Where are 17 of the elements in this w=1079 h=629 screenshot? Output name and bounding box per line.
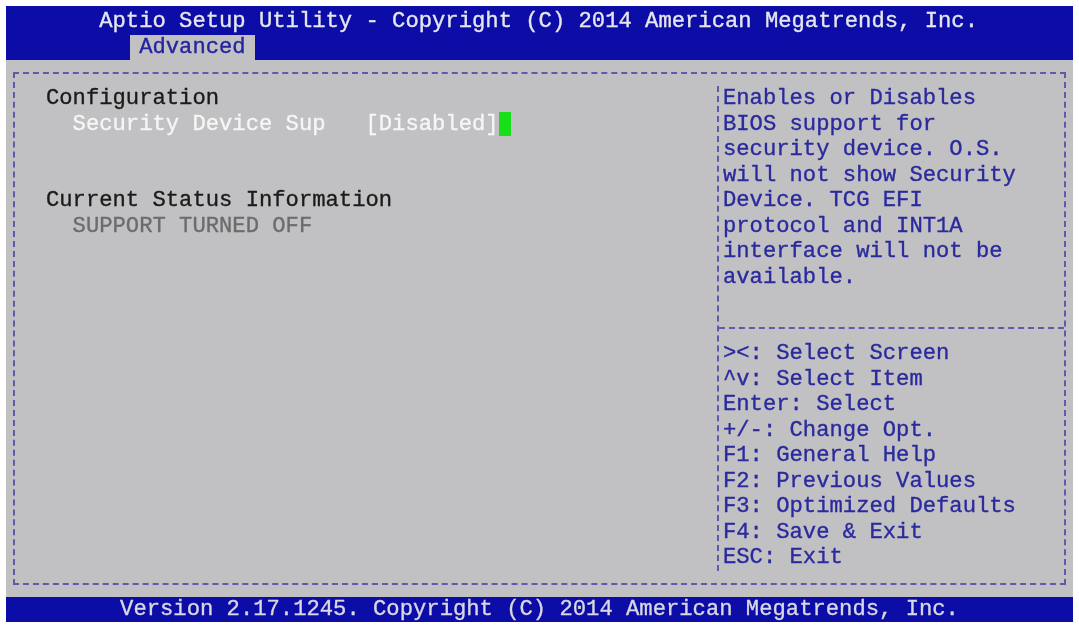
status-text: SUPPORT TURNED OFF xyxy=(72,213,313,239)
key-hint: Enter: Select xyxy=(723,392,897,418)
setup-title: Aptio Setup Utility - Copyright (C) 2014 American Megatrends, Inc. xyxy=(99,9,978,34)
key-hint: ^v: Select Item xyxy=(723,366,923,392)
section-heading: Configuration xyxy=(45,86,220,112)
key-hint: F1: General Help xyxy=(723,443,937,469)
cursor-block-icon xyxy=(498,112,511,137)
menu-tab[interactable]: Advanced xyxy=(129,34,255,60)
key-hint: +/-: Change Opt. xyxy=(723,417,937,443)
section-heading: Current Status Information xyxy=(45,188,393,214)
version-text: Version 2.17.1245. Copyright (C) 2014 American Megatrends, Inc. xyxy=(120,596,959,622)
key-hint: ><: Select Screen xyxy=(723,341,950,367)
key-hint: F3: Optimized Defaults xyxy=(723,494,1016,520)
key-hint: F4: Save & Exit xyxy=(723,519,923,545)
key-hint: ESC: Exit xyxy=(723,545,843,571)
help-description: Enables or Disables BIOS support for security device. O.S. will not show Security Device. TCG EFI protocol and INT1A interface will not be available. xyxy=(722,86,1017,290)
key-hint: F2: Previous Values xyxy=(723,468,976,494)
